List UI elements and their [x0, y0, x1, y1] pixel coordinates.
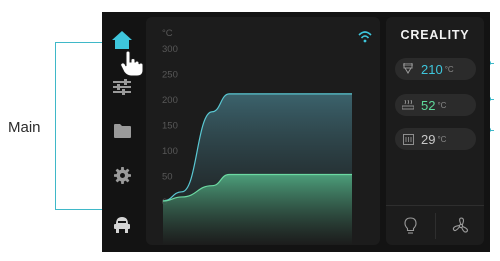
sidebar — [102, 12, 144, 252]
chamber-icon — [395, 133, 421, 145]
nozzle-temp-value: 210 — [421, 61, 443, 77]
bed-icon — [395, 100, 421, 110]
sidebar-item-system[interactable] — [110, 163, 134, 187]
printer-screen: °C 300250200150100500 CREALITY 210 °C — [102, 12, 490, 252]
wifi-icon — [358, 31, 372, 43]
y-tick-label: 150 — [162, 121, 178, 132]
temperature-chart: °C 300250200150100500 — [146, 17, 380, 245]
chamber-temp-value: 29 — [421, 131, 436, 147]
bed-temp-unit: °C — [437, 100, 447, 110]
brand-logo: CREALITY — [400, 28, 470, 42]
light-button[interactable] — [386, 213, 435, 239]
sidebar-item-printer[interactable] — [110, 213, 134, 237]
sidebar-item-home[interactable] — [110, 28, 134, 52]
y-unit-label: °C — [162, 28, 173, 39]
sidebar-item-files[interactable] — [110, 119, 134, 143]
sidebar-item-settings[interactable] — [110, 75, 134, 99]
y-tick-label: 200 — [162, 95, 178, 106]
y-tick-label: 100 — [162, 146, 178, 157]
printer-icon — [114, 217, 130, 233]
fan-icon — [452, 217, 468, 233]
chamber-temp-unit: °C — [437, 134, 447, 144]
fan-button[interactable] — [436, 213, 485, 239]
main-label: Main — [8, 119, 41, 136]
y-tick-label: 300 — [162, 44, 178, 55]
home-icon — [112, 31, 132, 49]
nozzle-temp-pill[interactable]: 210 °C — [395, 58, 476, 80]
divider — [386, 205, 484, 206]
chamber-temp-pill[interactable]: 29 °C — [395, 128, 476, 150]
nozzle-temp-unit: °C — [444, 64, 454, 74]
light-bulb-icon — [404, 217, 417, 234]
sliders-icon — [113, 79, 131, 95]
y-tick-label: 250 — [162, 70, 178, 81]
pointer-hand-icon — [120, 50, 144, 78]
folder-icon — [113, 124, 131, 138]
y-tick-label: 50 — [162, 172, 173, 183]
bed-temp-value: 52 — [421, 97, 436, 113]
chart-svg: °C 300250200150100500 — [162, 28, 372, 245]
nozzle-icon — [395, 63, 421, 75]
gear-icon — [113, 166, 131, 184]
status-panel: CREALITY 210 °C 52 °C 29 °C — [386, 17, 484, 245]
bed-temp-pill[interactable]: 52 °C — [395, 94, 476, 116]
